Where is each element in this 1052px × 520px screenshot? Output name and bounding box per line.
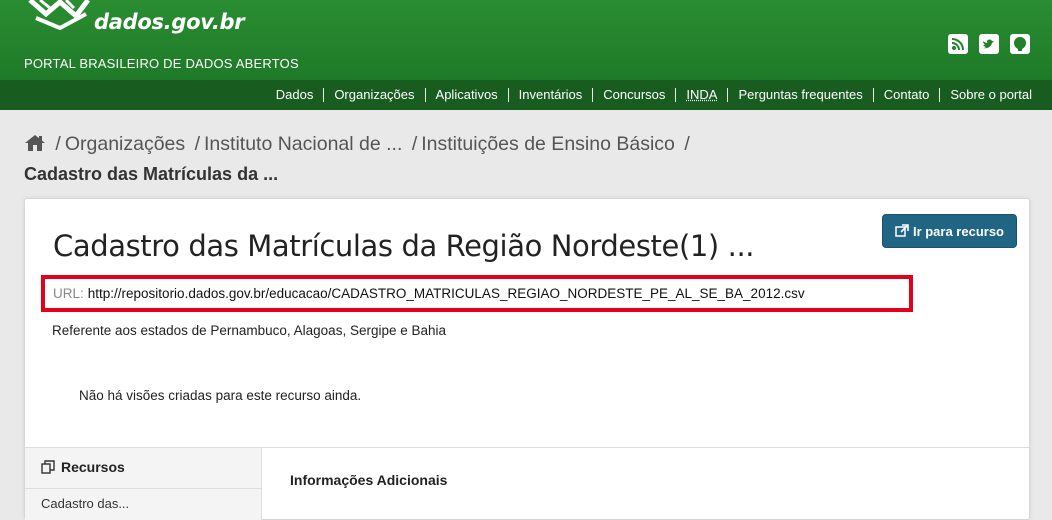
resource-panel: Ir para recurso Cadastro das Matrículas … [24, 198, 1030, 520]
github-icon[interactable] [1010, 34, 1030, 54]
breadcrumb-item-organizacoes[interactable]: Organizações [65, 133, 185, 155]
home-icon[interactable] [24, 132, 46, 160]
breadcrumb-item-instituicoes[interactable]: Instituições de Ensino Básico [421, 133, 675, 155]
resources-sidebar: Recursos Cadastro das... [25, 448, 262, 520]
resources-heading-label: Recursos [61, 459, 125, 475]
external-link-icon [895, 224, 909, 237]
sidebar-divider [25, 488, 261, 489]
site-tagline: PORTAL BRASILEIRO DE DADOS ABERTOS [24, 56, 299, 71]
main-nav: Dados Organizações Aplicativos Inventári… [0, 80, 1052, 110]
url-label: URL: [53, 286, 84, 301]
resource-description: Referente aos estados de Pernambuco, Ala… [52, 323, 447, 338]
site-logo-icon[interactable] [26, 0, 92, 30]
resource-url-link[interactable]: http://repositorio.dados.gov.br/educacao… [88, 286, 805, 301]
breadcrumb-current[interactable]: Cadastro das Matrículas da ... [24, 164, 278, 184]
resource-title: Cadastro das Matrículas da Região Nordes… [53, 229, 755, 263]
go-to-resource-button[interactable]: Ir para recurso [881, 214, 1017, 248]
nav-item-contato[interactable]: Contato [872, 88, 940, 102]
nav-item-inda[interactable]: INDA [675, 88, 727, 102]
breadcrumb-separator: / [684, 133, 690, 155]
breadcrumb-separator: / [411, 133, 418, 155]
site-header: dados.gov.br PORTAL BRASILEIRO DE DADOS … [0, 0, 1052, 80]
nav-item-aplicativos[interactable]: Aplicativos [424, 88, 508, 102]
additional-info-heading: Informações Adicionais [290, 472, 448, 488]
go-to-resource-label: Ir para recurso [912, 223, 1004, 239]
breadcrumb-separator: / [55, 133, 61, 155]
resources-heading: Recursos [41, 459, 125, 475]
rss-icon[interactable] [948, 34, 968, 54]
copy-icon [41, 460, 55, 474]
nav-item-inventarios[interactable]: Inventários [507, 88, 593, 102]
sidebar-item-resource[interactable]: Cadastro das... [41, 496, 129, 511]
breadcrumb-item-instituto[interactable]: Instituto Nacional de ... [204, 133, 402, 155]
nav-item-sobre-o-portal[interactable]: Sobre o portal [939, 88, 1042, 102]
resource-lower-section: Recursos Cadastro das... Informações Adi… [25, 447, 1029, 520]
no-views-message: Não há visões criadas para este recurso … [79, 388, 362, 403]
twitter-icon[interactable] [979, 34, 999, 54]
breadcrumb: / Organizações / Instituto Nacional de ...… [24, 130, 844, 188]
breadcrumb-separator: / [194, 133, 201, 155]
nav-item-dados[interactable]: Dados [266, 88, 324, 102]
resource-url-highlight: URL: http://repositorio.dados.gov.br/edu… [41, 275, 913, 312]
nav-item-organizacoes[interactable]: Organizações [323, 88, 424, 102]
nav-item-perguntas-frequentes[interactable]: Perguntas frequentes [727, 88, 872, 102]
site-name[interactable]: dados.gov.br [94, 10, 245, 34]
nav-item-concursos[interactable]: Concursos [592, 88, 675, 102]
